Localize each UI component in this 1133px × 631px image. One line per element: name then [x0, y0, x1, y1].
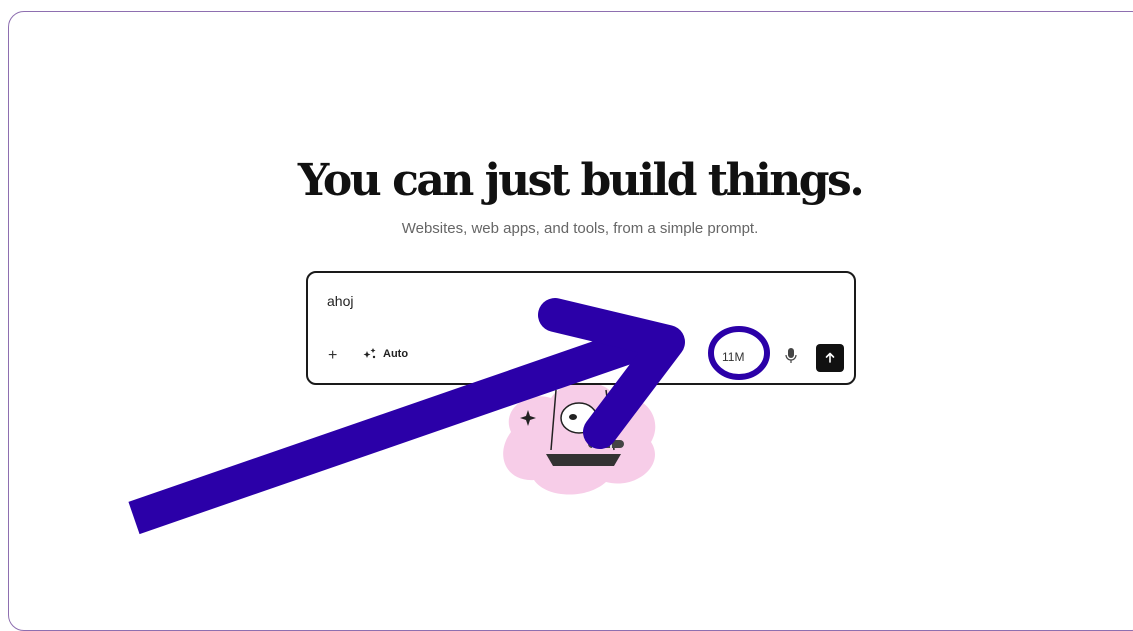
prompt-text[interactable]: ahoj — [327, 293, 353, 309]
prompt-input-box[interactable]: ahoj + Auto 11M — [306, 271, 856, 385]
page-subtitle: Websites, web apps, and tools, from a si… — [401, 220, 759, 237]
microphone-icon[interactable] — [784, 347, 798, 365]
plus-icon: + — [328, 347, 338, 364]
model-label: Auto — [383, 348, 409, 360]
page-headline: You can just build things. — [297, 155, 865, 206]
model-selector-button[interactable]: Auto — [363, 348, 408, 360]
raccoon-mascot-icon — [503, 381, 656, 495]
sparkles-icon — [363, 348, 376, 359]
add-attachment-button[interactable]: + — [328, 347, 338, 364]
arrow-up-icon — [825, 352, 835, 363]
send-button[interactable] — [816, 344, 844, 372]
token-count[interactable]: 11M — [722, 350, 744, 364]
